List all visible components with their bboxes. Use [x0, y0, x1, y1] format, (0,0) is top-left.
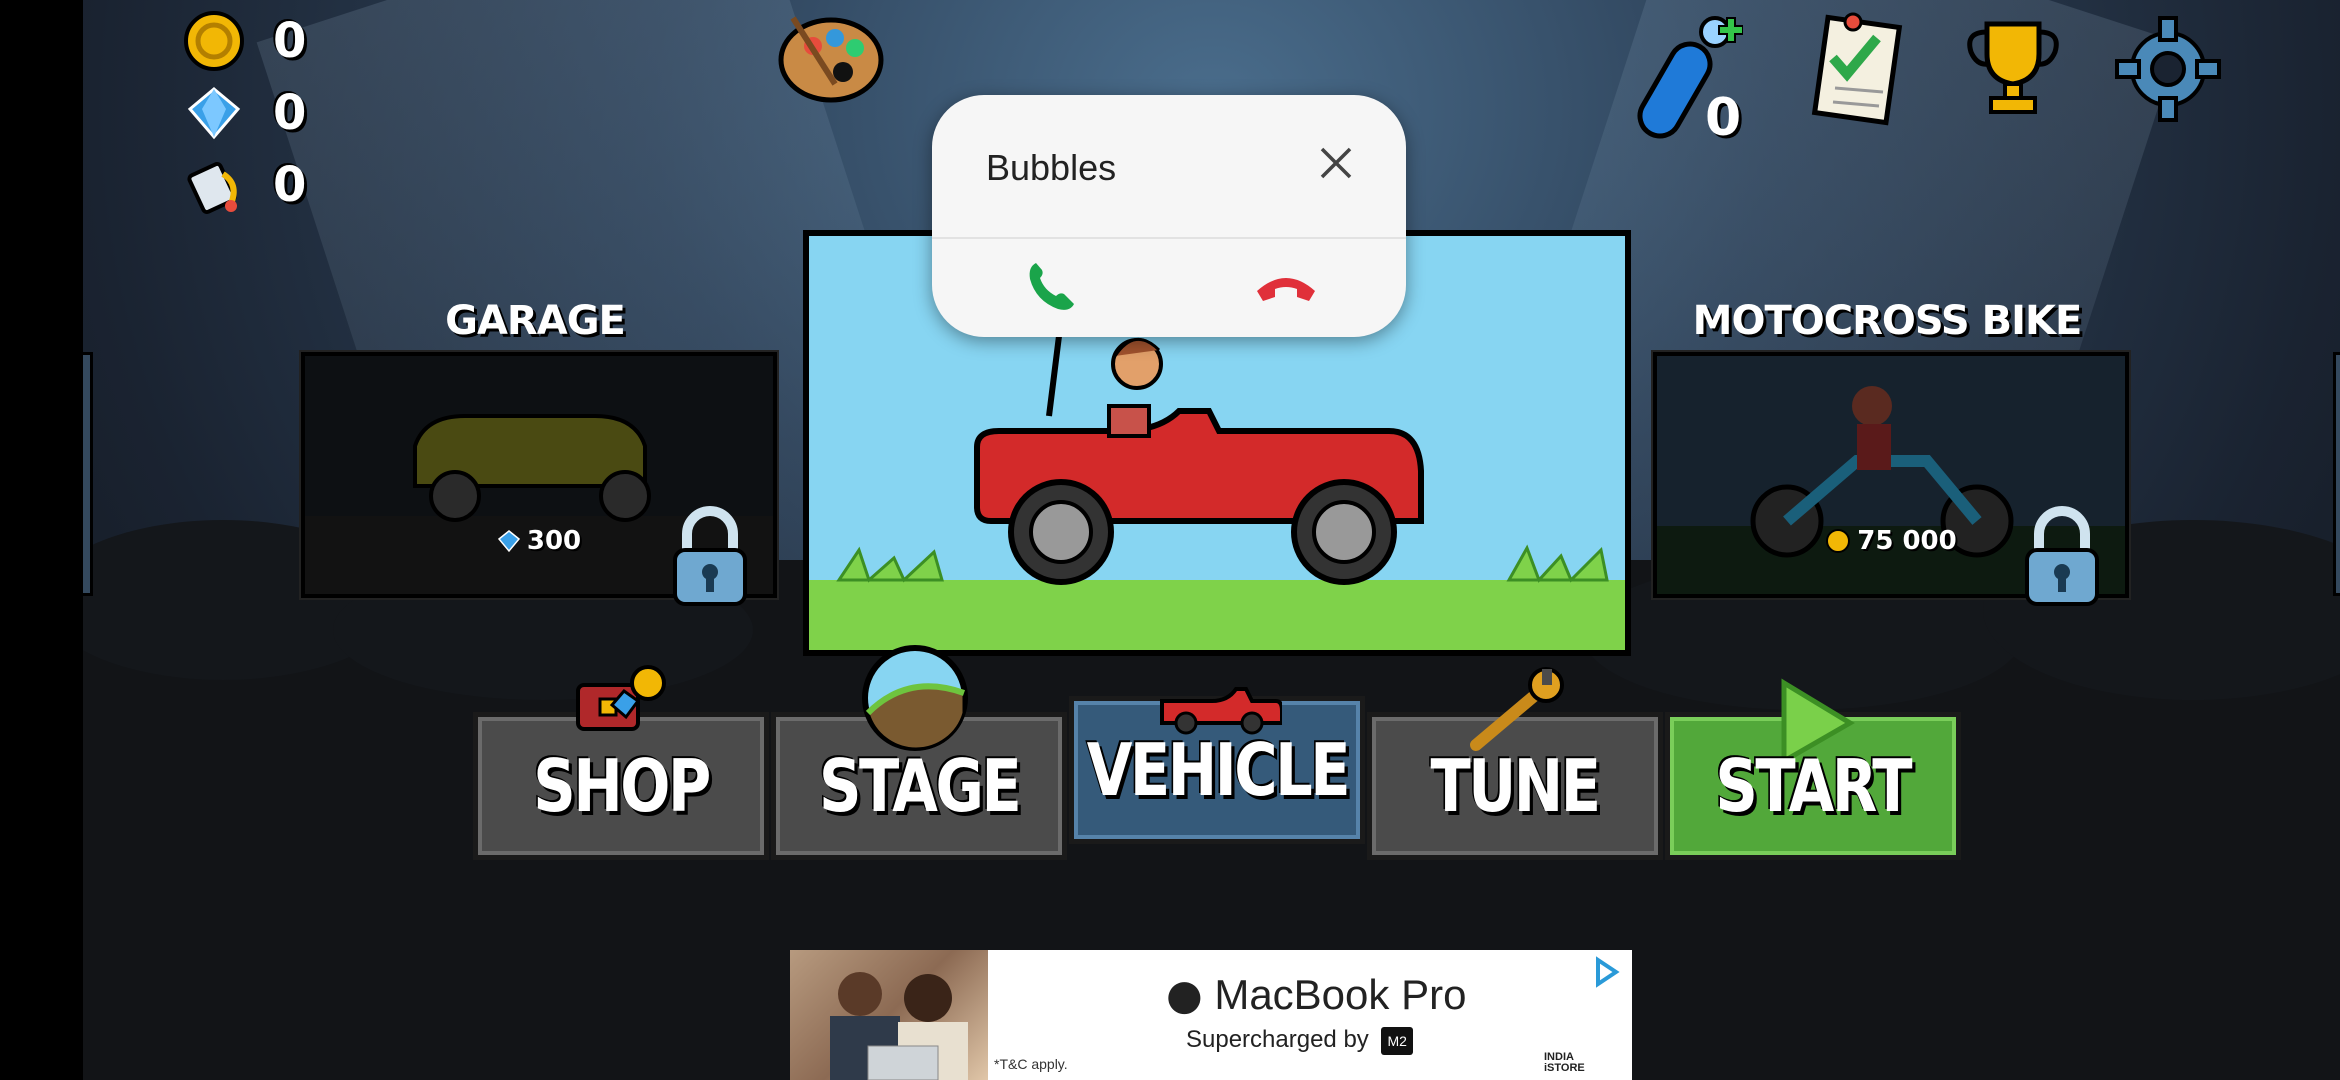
- store-line-2: iSTORE: [1544, 1062, 1585, 1074]
- ad-title-text: MacBook Pro: [1214, 971, 1467, 1018]
- accept-call-button[interactable]: [1012, 255, 1092, 315]
- phone-decline-icon: [1257, 278, 1315, 301]
- vehicle-title-right: MOTOCROSS BIKE: [1692, 298, 2083, 344]
- tab-vehicle-label: VEHICLE: [1086, 728, 1350, 812]
- trophy-icon[interactable]: [1953, 14, 2073, 124]
- jeep-icon: [1160, 687, 1282, 735]
- game-scene: 0 0 0 0 GARAGE 300 MOTOCROSS BIKE 75 000…: [83, 0, 2340, 1080]
- diamond-icon: [497, 530, 520, 553]
- treasure-chest-icon: [576, 665, 666, 731]
- store-logo: INDIA iSTORE: [1544, 1052, 1585, 1074]
- coin-count: 0: [273, 13, 307, 69]
- paint-count: 0: [273, 157, 307, 213]
- tab-shop-label: SHOP: [533, 744, 711, 828]
- ad-choices-icon[interactable]: [1590, 956, 1622, 988]
- lock-icon: [665, 502, 755, 612]
- checklist-icon[interactable]: [1803, 8, 1913, 128]
- divider: [932, 237, 1406, 239]
- previous-vehicle-edge[interactable]: [83, 352, 93, 596]
- ad-subtitle-text: Supercharged by: [1186, 1026, 1369, 1053]
- apple-logo-icon: ●: [1166, 970, 1203, 1019]
- coin-counter: 0: [183, 10, 306, 72]
- coin-icon: [183, 10, 245, 72]
- decline-call-button[interactable]: [1246, 255, 1326, 315]
- start-button-label: START: [1715, 744, 1913, 828]
- lock-icon: [2017, 502, 2107, 612]
- close-icon[interactable]: [1312, 139, 1360, 187]
- ad-terms: *T&C apply.: [994, 1056, 1068, 1072]
- tab-vehicle[interactable]: VEHICLE: [1069, 687, 1365, 844]
- tab-tune[interactable]: TUNE: [1367, 667, 1663, 860]
- hill-stage-icon: [862, 645, 968, 751]
- vehicle-title-left: GARAGE: [445, 298, 626, 344]
- start-button[interactable]: START: [1665, 678, 1961, 860]
- tab-stage-label: STAGE: [818, 744, 1022, 828]
- incoming-call-popup: Bubbles: [932, 95, 1406, 337]
- fuel-count: 0: [1705, 88, 1742, 148]
- price-value-motocross: 75 000: [1857, 526, 1957, 556]
- chip-badge-text: M2: [1387, 1032, 1407, 1049]
- tab-stage[interactable]: STAGE: [771, 645, 1067, 860]
- ad-banner[interactable]: *T&C apply. ● MacBook Pro Supercharged b…: [790, 950, 1632, 1080]
- ad-photo: [790, 950, 988, 1080]
- gear-icon[interactable]: [2113, 14, 2223, 124]
- price-value-garage: 300: [526, 526, 582, 556]
- tab-shop[interactable]: SHOP: [473, 665, 769, 860]
- caller-name: Bubbles: [986, 147, 1117, 188]
- tab-tune-label: TUNE: [1430, 744, 1602, 828]
- paint-palette-icon[interactable]: [773, 8, 893, 108]
- chip-badge: M2: [1381, 1026, 1413, 1055]
- phone-accept-icon: [1029, 263, 1074, 310]
- paint-counter: 0: [183, 154, 306, 216]
- diamond-icon: [183, 82, 245, 144]
- diamond-counter: 0: [183, 82, 306, 144]
- coin-icon: [1826, 529, 1851, 553]
- ad-subtitle: Supercharged by M2: [1186, 1026, 1413, 1055]
- paint-bucket-icon: [183, 154, 245, 216]
- ad-title: ● MacBook Pro: [1166, 970, 1466, 1019]
- next-vehicle-edge[interactable]: [2333, 352, 2340, 596]
- diamond-count: 0: [273, 85, 307, 141]
